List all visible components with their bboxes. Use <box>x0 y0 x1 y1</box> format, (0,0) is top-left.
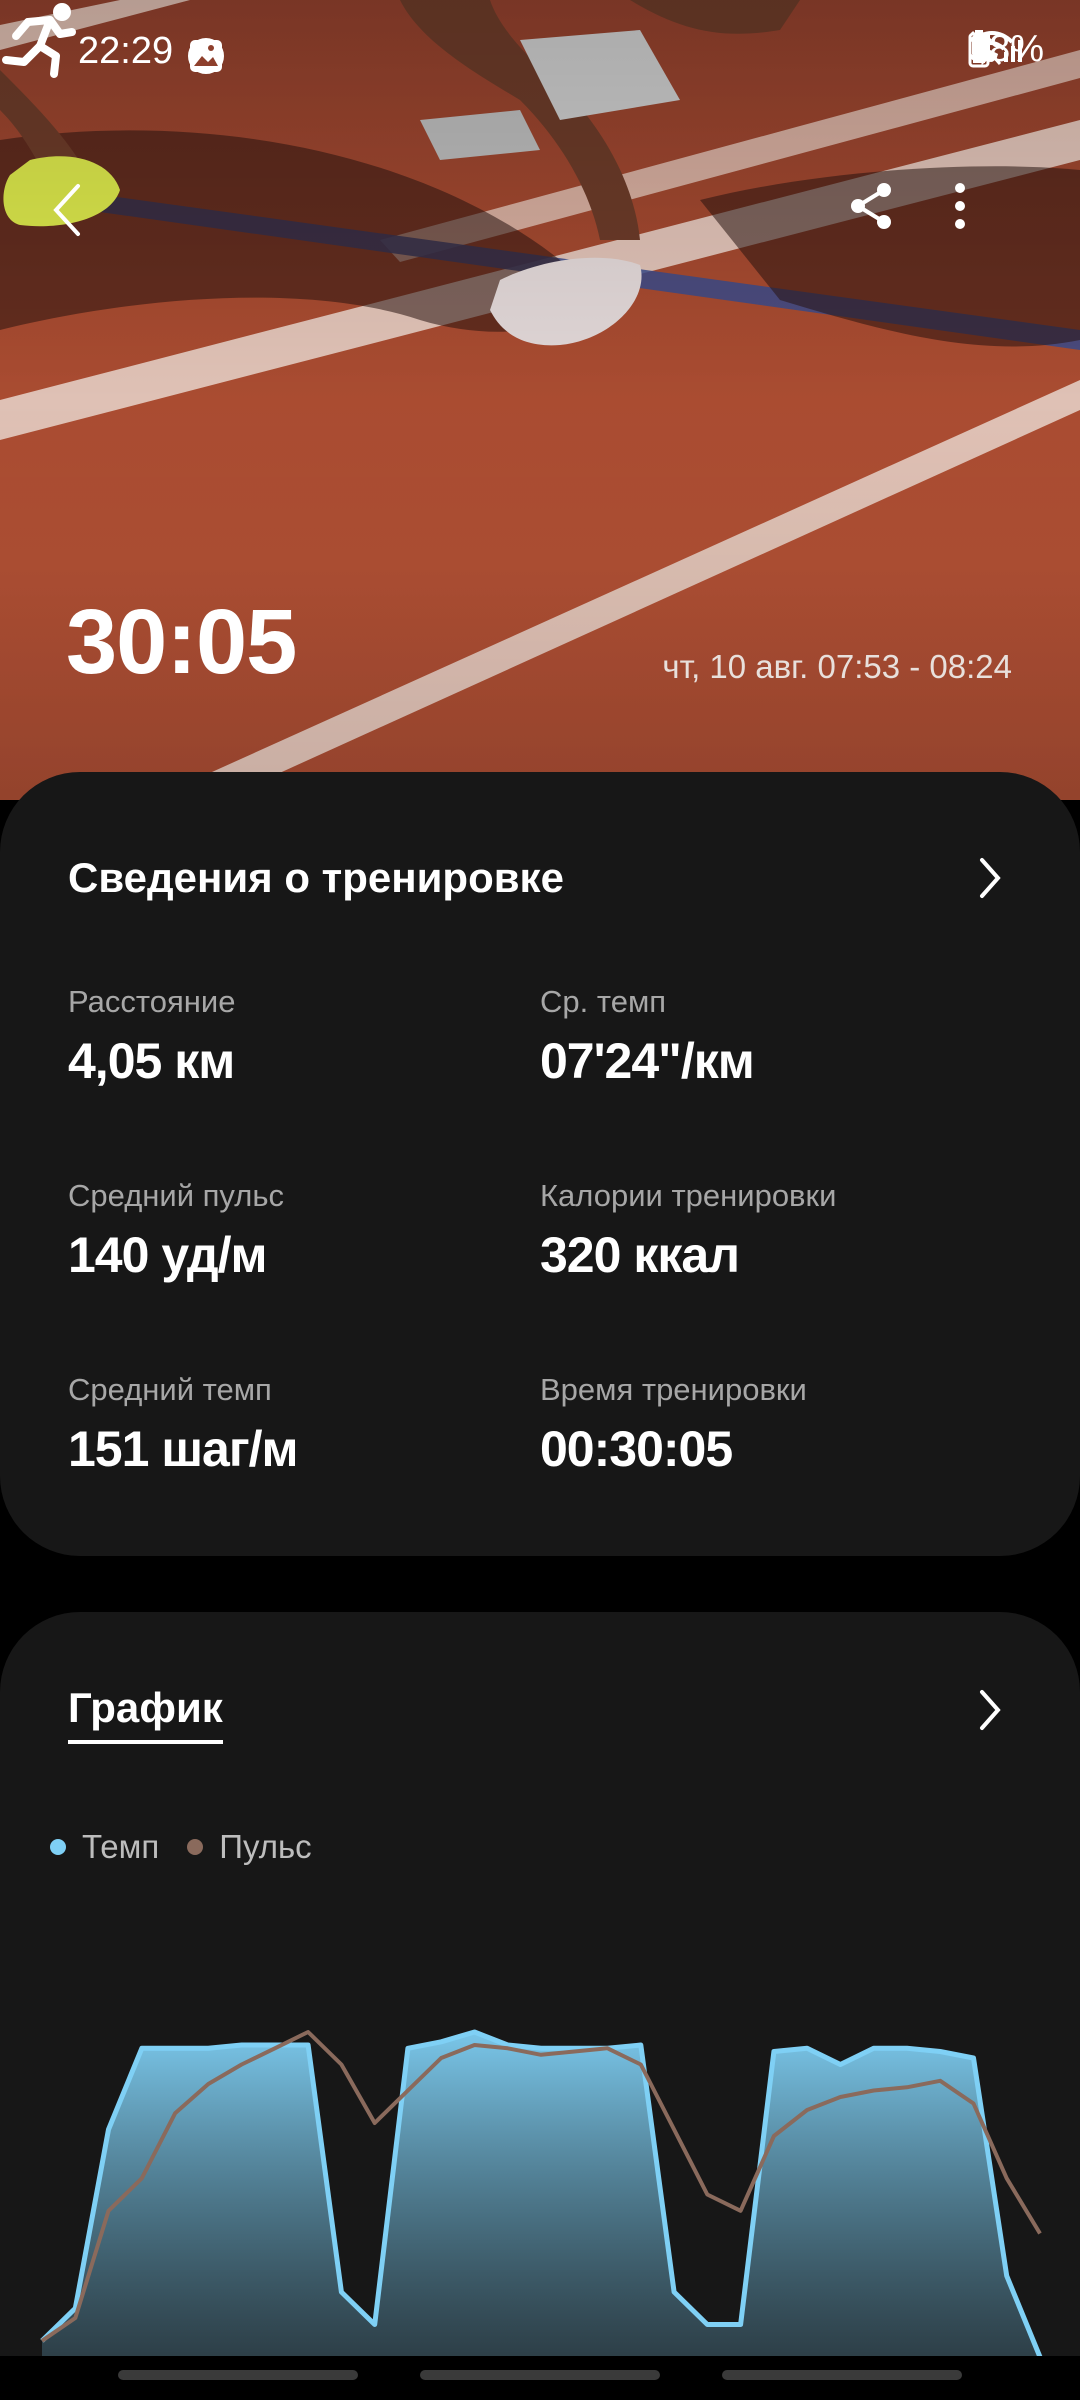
summary-details-button[interactable] <box>960 848 1020 908</box>
status-right-icons: 38% <box>968 28 1044 71</box>
share-icon <box>851 183 891 229</box>
stat-avg-pace: Ср. темп 07'24"/км <box>540 984 755 1090</box>
back-button[interactable] <box>48 180 128 260</box>
stat-label: Калории тренировки <box>540 1178 837 1213</box>
nav-home-button[interactable] <box>420 2370 660 2380</box>
stat-avg-cadence: Средний темп 151 шаг/м <box>68 1372 299 1478</box>
workout-date-range: чт, 10 авг. 07:53 - 08:24 <box>662 648 1012 685</box>
more-icon <box>955 183 965 229</box>
image-icon <box>190 40 222 72</box>
hero-image: 22:29 38% 30:05 чт, 10 авг. 07:53 - 08:2… <box>0 0 1080 800</box>
stat-avg-heart-rate: Средний пульс 140 уд/м <box>68 1178 284 1284</box>
status-bar: 22:29 38% <box>0 0 1080 110</box>
stat-label: Время тренировки <box>540 1372 807 1407</box>
running-icon <box>2 3 76 78</box>
summary-title: Сведения о тренировке <box>68 854 564 901</box>
stat-label: Средний пульс <box>68 1178 284 1213</box>
back-icon <box>53 184 80 236</box>
workout-summary-card[interactable]: Сведения о тренировке Расстояние 4,05 км… <box>0 772 1080 1556</box>
stat-label: Ср. темп <box>540 984 667 1019</box>
series-area-temp <box>42 2032 1040 2357</box>
stat-value: 4,05 км <box>68 1033 235 1089</box>
status-time: 22:29 <box>78 30 174 72</box>
stat-value: 151 шаг/м <box>68 1421 299 1477</box>
stat-value: 140 уд/м <box>68 1227 268 1283</box>
more-options-button[interactable] <box>950 180 1030 260</box>
stat-distance: Расстояние 4,05 км <box>68 984 235 1090</box>
stat-calories: Калории тренировки 320 ккал <box>540 1178 836 1284</box>
workout-duration: 30:05 <box>66 591 297 693</box>
stat-workout-time: Время тренировки 00:30:05 <box>540 1372 807 1478</box>
battery-icon <box>968 30 990 68</box>
stat-value: 00:30:05 <box>540 1421 733 1477</box>
workout-detail-screen: 22:29 38% 30:05 чт, 10 авг. 07:53 - 08:2… <box>0 0 1080 2400</box>
nav-back-button[interactable] <box>722 2370 962 2380</box>
chevron-right-icon <box>980 858 1001 898</box>
stat-label: Расстояние <box>68 984 236 1019</box>
chart-card[interactable]: График Темп Пульс <box>0 1612 1080 2400</box>
stat-value: 07'24"/км <box>540 1033 755 1089</box>
share-button[interactable] <box>848 180 928 260</box>
workout-chart[interactable] <box>0 1612 1080 2400</box>
nav-recent-button[interactable] <box>118 2370 358 2380</box>
stat-label: Средний темп <box>68 1372 272 1407</box>
stat-value: 320 ккал <box>540 1227 740 1283</box>
navigation-bar <box>0 2356 1080 2400</box>
